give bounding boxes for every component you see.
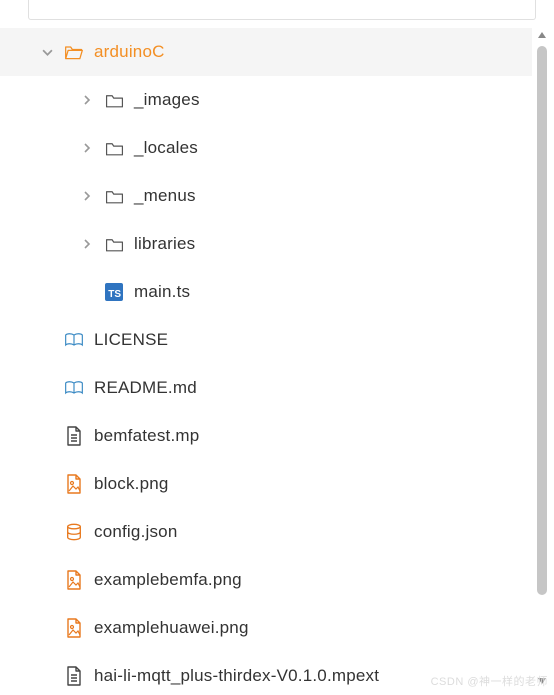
image-icon [64, 618, 84, 638]
image-icon [64, 570, 84, 590]
tree-item-examplehuawei-png[interactable]: examplehuawei.png [0, 604, 532, 652]
tree-item-label: config.json [94, 522, 177, 542]
chevron-right-icon[interactable] [78, 187, 96, 205]
scrollbar[interactable] [534, 28, 550, 688]
tree-item-label: _locales [134, 138, 198, 158]
folder-icon [104, 90, 124, 110]
tree-item-mpext[interactable]: hai-li-mqtt_plus-thirdex-V0.1.0.mpext [0, 652, 532, 688]
tree-item-label: _menus [134, 186, 196, 206]
chevron-right-icon[interactable] [78, 91, 96, 109]
book-icon [64, 378, 84, 398]
tree-item-label: hai-li-mqtt_plus-thirdex-V0.1.0.mpext [94, 666, 379, 686]
tree-item-libraries[interactable]: libraries [0, 220, 532, 268]
tree-item-label: block.png [94, 474, 169, 494]
scroll-up-icon[interactable] [535, 28, 549, 42]
tree-item-label: libraries [134, 234, 195, 254]
tree-item-label: bemfatest.mp [94, 426, 199, 446]
tree-item-label: examplebemfa.png [94, 570, 242, 590]
tree-item-locales[interactable]: _locales [0, 124, 532, 172]
tree-item-images[interactable]: _images [0, 76, 532, 124]
folder-open-icon [64, 42, 84, 62]
folder-icon [104, 138, 124, 158]
folder-icon [104, 234, 124, 254]
typescript-icon: TS [104, 282, 124, 302]
document-icon [64, 666, 84, 686]
folder-icon [104, 186, 124, 206]
scroll-thumb[interactable] [537, 46, 547, 595]
tree-item-label: README.md [94, 378, 197, 398]
chevron-down-icon[interactable] [38, 43, 56, 61]
tree-item-readme[interactable]: README.md [0, 364, 532, 412]
search-bar-placeholder[interactable] [28, 0, 536, 20]
tree-item-menus[interactable]: _menus [0, 172, 532, 220]
book-icon [64, 330, 84, 350]
tree-item-config-json[interactable]: config.json [0, 508, 532, 556]
tree-item-label: examplehuawei.png [94, 618, 249, 638]
tree-item-examplebemfa-png[interactable]: examplebemfa.png [0, 556, 532, 604]
image-icon [64, 474, 84, 494]
document-icon [64, 426, 84, 446]
tree-item-bemfatest[interactable]: bemfatest.mp [0, 412, 532, 460]
tree-item-main-ts[interactable]: TS main.ts [0, 268, 532, 316]
tree-item-label: _images [134, 90, 200, 110]
chevron-right-icon[interactable] [78, 235, 96, 253]
tree-item-arduinoC[interactable]: arduinoC [0, 28, 532, 76]
scroll-track[interactable] [537, 46, 547, 670]
tree-item-label: arduinoC [94, 42, 165, 62]
database-icon [64, 522, 84, 542]
tree-item-license[interactable]: LICENSE [0, 316, 532, 364]
tree-item-block-png[interactable]: block.png [0, 460, 532, 508]
tree-scroll-area[interactable]: arduinoC _images _locales [0, 28, 532, 688]
tree-item-label: LICENSE [94, 330, 168, 350]
file-tree: arduinoC _images _locales [0, 28, 554, 688]
scroll-down-icon[interactable] [535, 674, 549, 688]
chevron-right-icon[interactable] [78, 139, 96, 157]
tree-item-label: main.ts [134, 282, 190, 302]
